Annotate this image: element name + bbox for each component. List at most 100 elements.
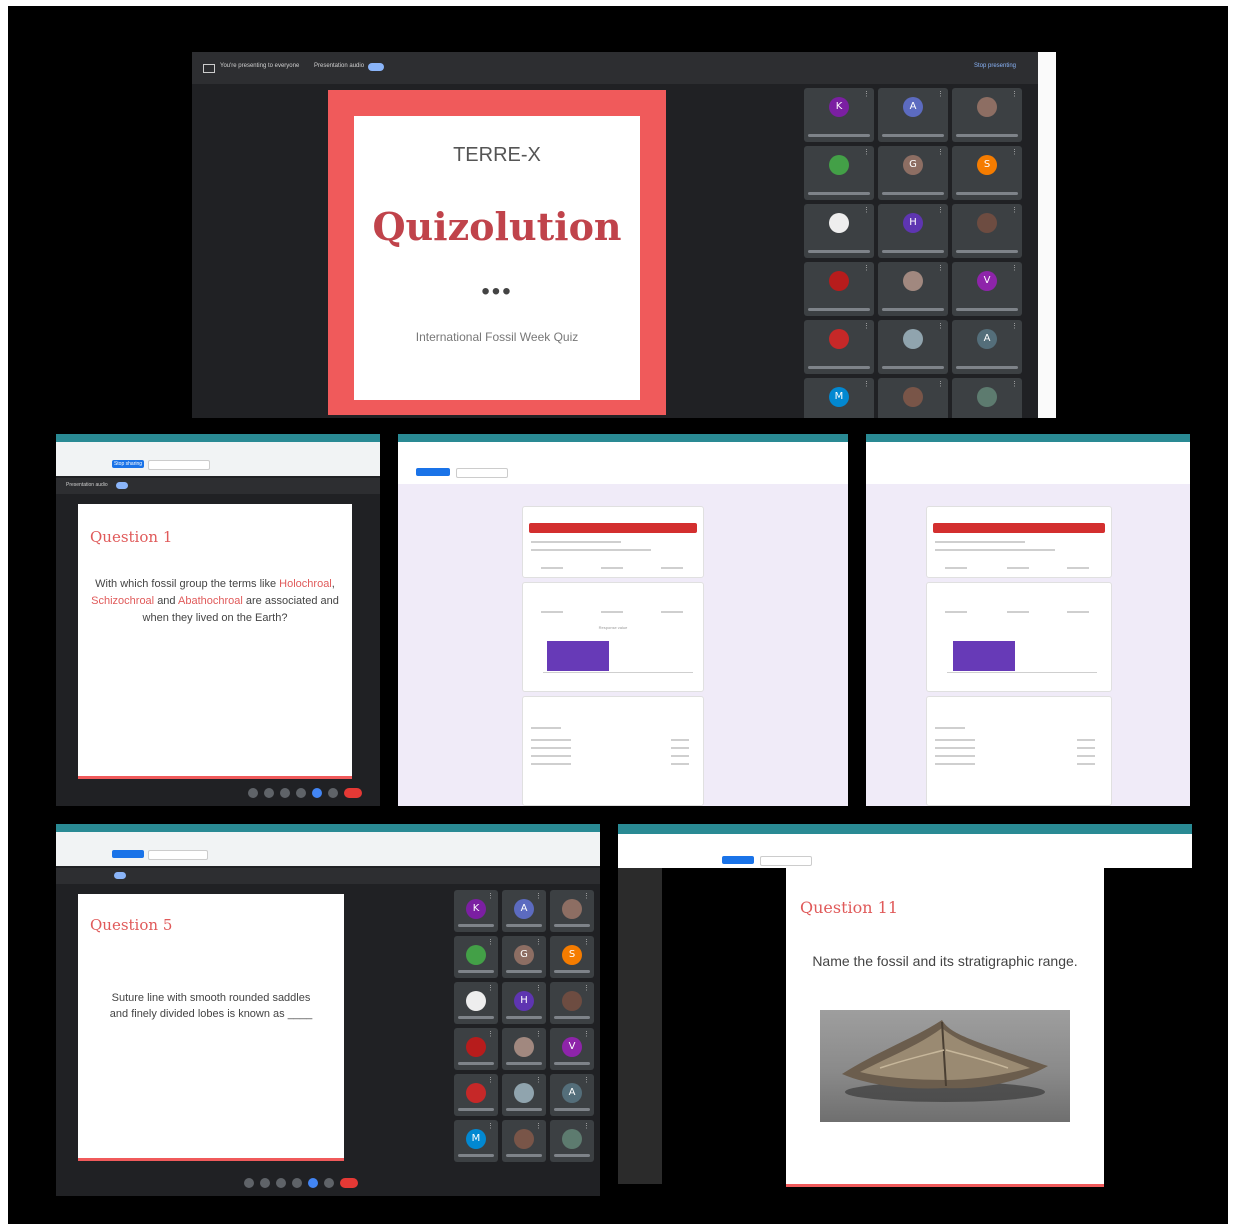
more-options-icon[interactable]: ⋮ <box>487 1031 494 1038</box>
q1-stop-sharing-button[interactable]: Stop sharing <box>112 460 144 468</box>
q1-hand-button[interactable] <box>280 788 290 798</box>
more-options-icon[interactable]: ⋮ <box>863 323 870 330</box>
participant-tile[interactable]: ⋮ <box>454 1028 498 1070</box>
q5-share-button[interactable] <box>148 850 208 860</box>
more-options-icon[interactable]: ⋮ <box>487 1123 494 1130</box>
participant-tile[interactable]: ⋮ <box>804 320 874 374</box>
q1-audio-toggle[interactable] <box>116 482 128 489</box>
participant-tile[interactable]: M ⋮ <box>804 378 874 418</box>
participant-tile[interactable]: V ⋮ <box>952 262 1022 316</box>
q1-share-button[interactable] <box>148 460 210 470</box>
participant-tile[interactable]: ⋮ <box>804 146 874 200</box>
participant-tile[interactable]: ⋮ <box>550 890 594 932</box>
forms1-stop-sharing[interactable] <box>416 468 450 476</box>
more-options-icon[interactable]: ⋮ <box>583 1031 590 1038</box>
participant-tile[interactable]: ⋮ <box>502 1074 546 1116</box>
more-options-icon[interactable]: ⋮ <box>535 939 542 946</box>
participant-tile[interactable]: M ⋮ <box>454 1120 498 1162</box>
participant-tile[interactable]: ⋮ <box>952 204 1022 258</box>
q1-more-button[interactable] <box>328 788 338 798</box>
participant-tile[interactable]: A ⋮ <box>878 88 948 142</box>
more-options-icon[interactable]: ⋮ <box>863 91 870 98</box>
more-options-icon[interactable]: ⋮ <box>1011 265 1018 272</box>
participant-name <box>882 192 944 195</box>
q5-present-button[interactable] <box>292 1178 302 1188</box>
q1-emoji-button[interactable] <box>264 788 274 798</box>
participant-tile[interactable]: A ⋮ <box>502 890 546 932</box>
participant-tile[interactable]: ⋮ <box>454 936 498 978</box>
more-options-icon[interactable]: ⋮ <box>863 381 870 388</box>
q11-share-button[interactable] <box>760 856 812 866</box>
more-options-icon[interactable]: ⋮ <box>487 939 494 946</box>
more-options-icon[interactable]: ⋮ <box>535 1123 542 1130</box>
audio-toggle[interactable] <box>368 63 384 71</box>
q1-end-call-button[interactable] <box>344 788 362 798</box>
participant-tile[interactable]: H ⋮ <box>878 204 948 258</box>
more-options-icon[interactable]: ⋮ <box>583 985 590 992</box>
more-options-icon[interactable]: ⋮ <box>937 91 944 98</box>
more-options-icon[interactable]: ⋮ <box>1011 207 1018 214</box>
more-options-icon[interactable]: ⋮ <box>487 1077 494 1084</box>
participant-tile[interactable]: ⋮ <box>804 262 874 316</box>
q5-captions-button[interactable] <box>244 1178 254 1188</box>
q5-stop-sharing-button[interactable] <box>112 850 144 858</box>
participant-tile[interactable]: ⋮ <box>454 1074 498 1116</box>
more-options-icon[interactable]: ⋮ <box>583 939 590 946</box>
participant-tile[interactable]: G ⋮ <box>502 936 546 978</box>
slide-subtitle: International Fossil Week Quiz <box>415 330 579 344</box>
q5-audio-toggle[interactable] <box>114 872 126 879</box>
participant-tile[interactable]: ⋮ <box>878 262 948 316</box>
q5-emoji-button[interactable] <box>260 1178 270 1188</box>
more-options-icon[interactable]: ⋮ <box>583 893 590 900</box>
more-options-icon[interactable]: ⋮ <box>863 207 870 214</box>
more-options-icon[interactable]: ⋮ <box>1011 323 1018 330</box>
q1-presenting-button[interactable] <box>312 788 322 798</box>
more-options-icon[interactable]: ⋮ <box>535 985 542 992</box>
more-options-icon[interactable]: ⋮ <box>863 265 870 272</box>
more-options-icon[interactable]: ⋮ <box>937 149 944 156</box>
participant-tile[interactable]: ⋮ <box>550 982 594 1024</box>
q5-more-button[interactable] <box>324 1178 334 1188</box>
participant-tile[interactable]: ⋮ <box>502 1028 546 1070</box>
participant-tile[interactable]: ⋮ <box>878 378 948 418</box>
participant-tile[interactable]: G ⋮ <box>878 146 948 200</box>
more-options-icon[interactable]: ⋮ <box>1011 149 1018 156</box>
more-options-icon[interactable]: ⋮ <box>937 265 944 272</box>
more-options-icon[interactable]: ⋮ <box>535 1031 542 1038</box>
q5-presenting-button[interactable] <box>308 1178 318 1188</box>
participant-tile[interactable]: ⋮ <box>550 1120 594 1162</box>
more-options-icon[interactable]: ⋮ <box>863 149 870 156</box>
participant-tile[interactable]: S ⋮ <box>952 146 1022 200</box>
participant-tile[interactable]: ⋮ <box>952 88 1022 142</box>
forms1-share-button[interactable] <box>456 468 508 478</box>
more-options-icon[interactable]: ⋮ <box>535 1077 542 1084</box>
more-options-icon[interactable]: ⋮ <box>1011 381 1018 388</box>
participant-tile[interactable]: A ⋮ <box>550 1074 594 1116</box>
q1-present-button[interactable] <box>296 788 306 798</box>
participant-tile[interactable]: ⋮ <box>804 204 874 258</box>
more-options-icon[interactable]: ⋮ <box>535 893 542 900</box>
q5-end-call-button[interactable] <box>340 1178 358 1188</box>
participant-tile[interactable]: A ⋮ <box>952 320 1022 374</box>
q5-hand-button[interactable] <box>276 1178 286 1188</box>
participant-tile[interactable]: V ⋮ <box>550 1028 594 1070</box>
more-options-icon[interactable]: ⋮ <box>487 893 494 900</box>
more-options-icon[interactable]: ⋮ <box>583 1123 590 1130</box>
more-options-icon[interactable]: ⋮ <box>937 323 944 330</box>
more-options-icon[interactable]: ⋮ <box>583 1077 590 1084</box>
participant-tile[interactable]: H ⋮ <box>502 982 546 1024</box>
more-options-icon[interactable]: ⋮ <box>1011 91 1018 98</box>
participant-tile[interactable]: ⋮ <box>454 982 498 1024</box>
participant-tile[interactable]: ⋮ <box>502 1120 546 1162</box>
participant-tile[interactable]: ⋮ <box>952 378 1022 418</box>
more-options-icon[interactable]: ⋮ <box>487 985 494 992</box>
participant-tile[interactable]: K ⋮ <box>804 88 874 142</box>
more-options-icon[interactable]: ⋮ <box>937 381 944 388</box>
q11-stop-sharing-button[interactable] <box>722 856 754 864</box>
participant-tile[interactable]: K ⋮ <box>454 890 498 932</box>
q1-captions-button[interactable] <box>248 788 258 798</box>
more-options-icon[interactable]: ⋮ <box>937 207 944 214</box>
participant-tile[interactable]: ⋮ <box>878 320 948 374</box>
participant-tile[interactable]: S ⋮ <box>550 936 594 978</box>
stop-presenting-link[interactable]: Stop presenting <box>974 63 1016 69</box>
